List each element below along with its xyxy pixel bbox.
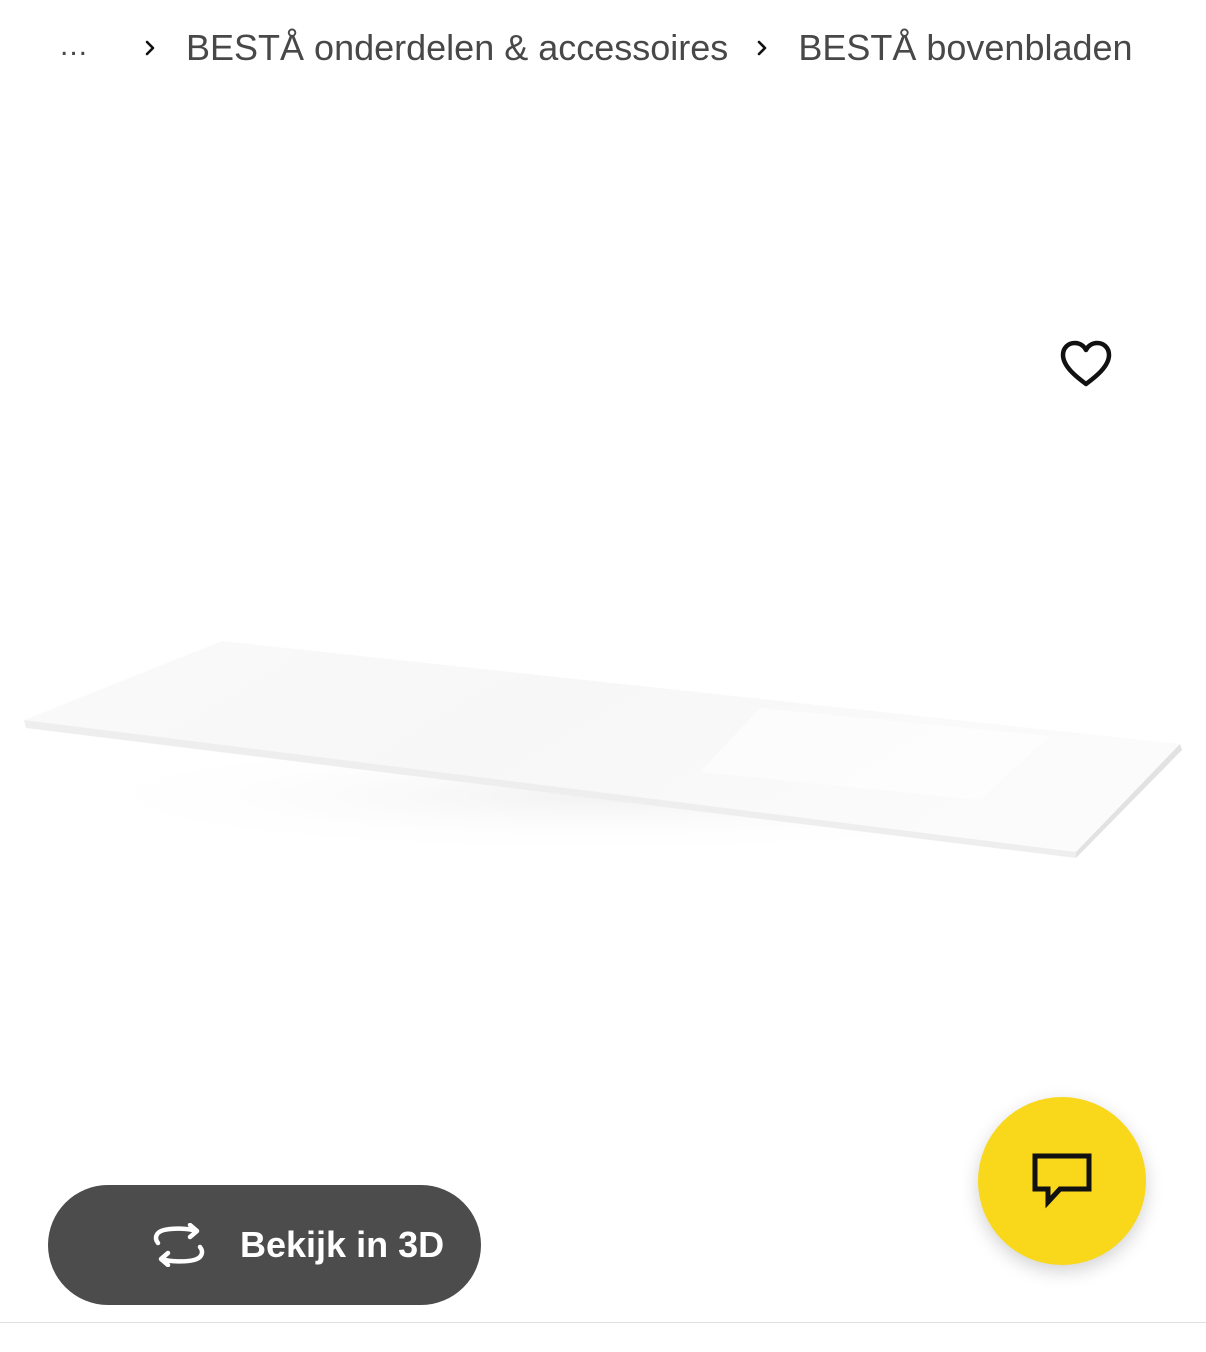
view-in-3d-label: Bekijk in 3D (240, 1224, 445, 1265)
chevron-right-icon (754, 40, 770, 56)
chat-button[interactable] (978, 1097, 1146, 1265)
divider (0, 1322, 1206, 1323)
breadcrumb-ellipsis[interactable]: ... (60, 29, 88, 63)
favourite-button[interactable] (1050, 332, 1122, 396)
chevron-right-icon (142, 40, 158, 56)
breadcrumb: ... BESTÅ onderdelen & accessoires BESTÅ… (60, 22, 1133, 74)
view-in-3d-button[interactable]: Bekijk in 3D (48, 1185, 481, 1305)
rotate-3d-icon (153, 1223, 205, 1267)
chat-bubble-icon (1032, 1153, 1092, 1209)
breadcrumb-item-besta-bovenbladen[interactable]: BESTÅ bovenbladen (798, 27, 1132, 69)
heart-outline-icon (1060, 340, 1112, 387)
breadcrumb-item-besta-onderdelen[interactable]: BESTÅ onderdelen & accessoires (186, 27, 728, 69)
